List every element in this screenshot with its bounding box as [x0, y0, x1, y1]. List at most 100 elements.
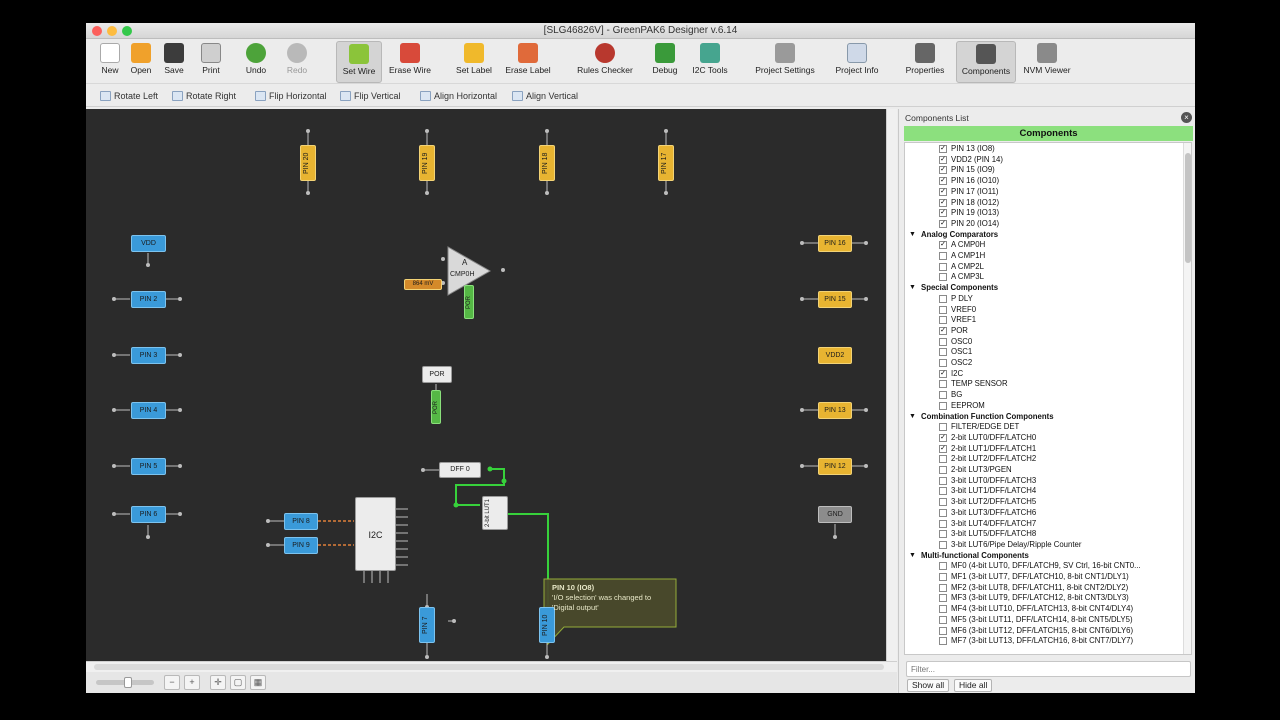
component-category[interactable]: ▼ Analog Comparators [905, 230, 1182, 241]
component-checkbox[interactable]: ✓ [939, 145, 947, 153]
component-checkbox[interactable]: ✓ [939, 326, 947, 335]
component-item[interactable]: 3-bit LUT5/DFF/LATCH8 [905, 529, 1182, 540]
component-checkbox[interactable] [939, 487, 947, 496]
component-item[interactable]: ✓ VDD2 (PIN 14) [905, 155, 1182, 166]
component-checkbox[interactable] [939, 455, 947, 464]
component-item[interactable]: P DLY [905, 294, 1182, 305]
component-item[interactable]: ✓ PIN 20 (IO14) [905, 219, 1182, 230]
component-item[interactable]: 2-bit LUT2/DFF/LATCH2 [905, 454, 1182, 465]
component-item[interactable]: ✓ POR [905, 326, 1182, 337]
pin-9[interactable]: PIN 9 [284, 537, 318, 554]
rotate-right-button[interactable]: Rotate Right [172, 89, 236, 103]
component-category[interactable]: ▼ Combination Function Components [905, 412, 1182, 423]
zoom-slider-handle[interactable] [124, 677, 132, 688]
component-item[interactable]: MF1 (3-bit LUT7, DFF/LATCH10, 8-bit CNT1… [905, 572, 1182, 583]
por-output-label[interactable]: POR [431, 390, 441, 424]
component-item[interactable]: 3-bit LUT6/Pipe Delay/Ripple Counter [905, 540, 1182, 551]
component-checkbox[interactable] [939, 530, 947, 539]
show-all-button[interactable]: Show all [907, 679, 950, 692]
component-item[interactable]: 3-bit LUT4/DFF/LATCH7 [905, 519, 1182, 530]
expand-arrow-icon[interactable]: ▼ [909, 230, 916, 241]
component-item[interactable]: 3-bit LUT2/DFF/LATCH5 [905, 497, 1182, 508]
pin-12[interactable]: PIN 12 [818, 458, 852, 475]
component-checkbox[interactable] [939, 305, 947, 314]
gnd-pin[interactable]: GND [818, 506, 852, 523]
expand-arrow-icon[interactable]: ▼ [909, 412, 916, 423]
zoom-in-button[interactable]: + [184, 675, 200, 690]
pin-3[interactable]: PIN 3 [131, 347, 166, 364]
component-item[interactable]: EEPROM [905, 401, 1182, 412]
component-item[interactable]: ✓ PIN 19 (IO13) [905, 208, 1182, 219]
pin-15[interactable]: PIN 15 [818, 291, 852, 308]
save-button[interactable]: Save [160, 41, 188, 83]
i2c-tools-button[interactable]: I2C Tools [689, 41, 731, 83]
component-item[interactable]: MF6 (3-bit LUT12, DFF/LATCH15, 8-bit CNT… [905, 626, 1182, 637]
component-checkbox[interactable]: ✓ [939, 198, 947, 207]
zoom-slider[interactable] [96, 677, 154, 688]
panel-close-button[interactable]: × [1181, 112, 1192, 123]
component-item[interactable]: ✓ PIN 15 (IO9) [905, 165, 1182, 176]
component-checkbox[interactable]: ✓ [939, 166, 947, 175]
component-item[interactable]: A CMP1H [905, 251, 1182, 262]
component-checkbox[interactable] [939, 626, 947, 635]
component-checkbox[interactable] [939, 359, 947, 367]
component-item[interactable]: A CMP3L [905, 272, 1182, 283]
minimize-window-button[interactable] [107, 26, 117, 36]
component-item[interactable]: MF7 (3-bit LUT13, DFF/LATCH16, 8-bit CNT… [905, 636, 1182, 647]
component-checkbox[interactable] [939, 498, 947, 507]
component-item[interactable]: ✓ PIN 16 (IO10) [905, 176, 1182, 187]
project-info-button[interactable]: Project Info [831, 41, 883, 83]
project-settings-button[interactable]: Project Settings [750, 41, 820, 83]
component-checkbox[interactable]: ✓ [939, 187, 947, 196]
component-item[interactable]: VREF1 [905, 315, 1182, 326]
component-checkbox[interactable] [939, 573, 947, 581]
components-list-scrollbar[interactable] [1183, 143, 1191, 654]
component-checkbox[interactable]: ✓ [939, 219, 947, 228]
component-checkbox[interactable] [939, 519, 947, 528]
set-wire-button[interactable]: Set Wire [336, 41, 382, 83]
component-item[interactable]: OSC0 [905, 337, 1182, 348]
hide-all-button[interactable]: Hide all [954, 679, 993, 692]
canvas-horizontal-scrollbar[interactable] [86, 661, 897, 672]
debug-button[interactable]: Debug [650, 41, 680, 83]
component-checkbox[interactable] [939, 583, 947, 592]
component-item[interactable]: 3-bit LUT3/DFF/LATCH6 [905, 508, 1182, 519]
component-checkbox[interactable] [939, 605, 947, 614]
pin-20[interactable]: PIN 20 [300, 145, 316, 181]
properties-button[interactable]: Properties [902, 41, 948, 83]
component-item[interactable]: ✓ PIN 18 (IO12) [905, 198, 1182, 209]
redo-button[interactable]: Redo [282, 41, 312, 83]
component-checkbox[interactable]: ✓ [939, 433, 947, 442]
component-checkbox[interactable]: ✓ [939, 444, 947, 453]
set-label-button[interactable]: Set Label [452, 41, 496, 83]
align-vertical-button[interactable]: Align Vertical [512, 89, 578, 103]
fit-view-button[interactable]: ✛ [210, 675, 226, 690]
pin-5[interactable]: PIN 5 [131, 458, 166, 475]
component-checkbox[interactable] [939, 562, 947, 571]
component-checkbox[interactable] [939, 466, 947, 474]
pin-2[interactable]: PIN 2 [131, 291, 166, 308]
component-item[interactable]: TEMP SENSOR [905, 379, 1182, 390]
component-checkbox[interactable] [939, 294, 947, 303]
rotate-left-button[interactable]: Rotate Left [100, 89, 158, 103]
component-checkbox[interactable] [939, 401, 947, 410]
component-item[interactable]: ✓ I2C [905, 369, 1182, 380]
nvm-viewer-button[interactable]: NVM Viewer [1020, 41, 1074, 83]
align-horizontal-button[interactable]: Align Horizontal [420, 89, 497, 103]
component-item[interactable]: VREF0 [905, 305, 1182, 316]
grid-toggle-button[interactable]: ▦ [250, 675, 266, 690]
canvas-vertical-scrollbar[interactable] [886, 109, 897, 661]
snapshot-button[interactable]: ▢ [230, 675, 246, 690]
component-checkbox[interactable]: ✓ [939, 177, 947, 186]
acmp-reference-label[interactable]: 864 mV [404, 279, 442, 290]
new-button[interactable]: New [96, 41, 124, 83]
component-item[interactable]: OSC1 [905, 347, 1182, 358]
pin-17[interactable]: PIN 17 [658, 145, 674, 181]
component-item[interactable]: MF4 (3-bit LUT10, DFF/LATCH13, 8-bit CNT… [905, 604, 1182, 615]
component-item[interactable]: MF0 (4-bit LUT0, DFF/LATCH9, SV Ctrl, 16… [905, 561, 1182, 572]
component-checkbox[interactable] [939, 348, 947, 357]
component-item[interactable]: 3-bit LUT1/DFF/LATCH4 [905, 486, 1182, 497]
pin-4[interactable]: PIN 4 [131, 402, 166, 419]
pin-19[interactable]: PIN 19 [419, 145, 435, 181]
component-checkbox[interactable] [939, 316, 947, 325]
